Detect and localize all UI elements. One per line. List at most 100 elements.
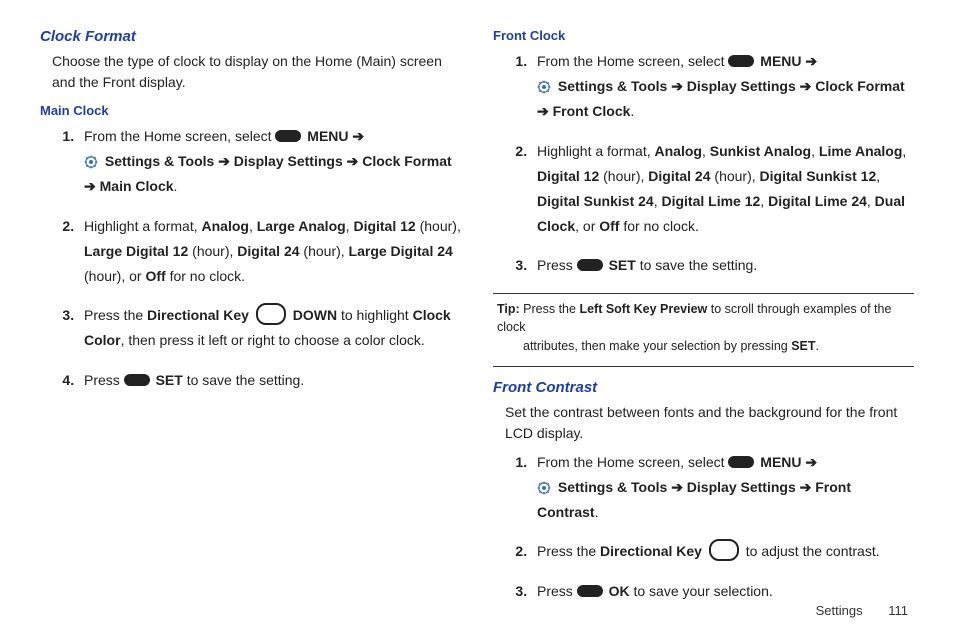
tip-label: Tip: (497, 302, 520, 316)
manual-page: Clock Format Choose the type of clock to… (0, 0, 954, 628)
option: Digital 24 (648, 168, 710, 184)
option: Lime Analog (819, 143, 903, 159)
step-2: Press the Directional Key to adjust the … (531, 539, 914, 564)
option: Digital 12 (353, 218, 415, 234)
text: Press the (537, 543, 600, 559)
soft-key-icon (577, 259, 603, 271)
left-column: Clock Format Choose the type of clock to… (40, 28, 461, 618)
heading-clock-format: Clock Format (40, 28, 461, 45)
text: to save the setting. (636, 257, 757, 273)
text: , then press it left or right to choose … (121, 332, 425, 348)
text: , (811, 143, 819, 159)
ok-label: OK (609, 583, 630, 599)
left-soft-key-label: Left Soft Key Preview (579, 302, 707, 316)
text: to adjust the contrast. (746, 543, 880, 559)
text: to save the setting. (183, 372, 304, 388)
soft-key-icon (275, 130, 301, 142)
step-1: From the Home screen, select MENU ➔ Sett… (531, 49, 914, 125)
down-label: DOWN (293, 307, 337, 323)
text: Press (537, 583, 577, 599)
text: . (595, 504, 599, 520)
text: , (702, 143, 710, 159)
menu-label: MENU (760, 454, 801, 470)
option: Digital Lime 12 (661, 193, 760, 209)
option: Digital 24 (237, 243, 299, 259)
option: Large Analog (257, 218, 346, 234)
tip-box: Tip: Press the Left Soft Key Preview to … (493, 298, 914, 358)
option: Digital Sunkist 24 (537, 193, 654, 209)
text: (hour), (416, 218, 461, 234)
nav-path: Settings & Tools ➔ Display Settings ➔ Cl… (537, 78, 905, 119)
page-number: 111 (888, 603, 908, 618)
text: , (249, 218, 257, 234)
text: (hour), (599, 168, 648, 184)
set-label: SET (156, 372, 183, 388)
text: for no clock. (619, 218, 698, 234)
text: to highlight (337, 307, 413, 323)
text: , (867, 193, 875, 209)
text: . (630, 103, 634, 119)
option: Digital Sunkist 12 (760, 168, 877, 184)
intro-text: Choose the type of clock to display on t… (52, 51, 461, 93)
text: , (876, 168, 880, 184)
text: Press the (84, 307, 147, 323)
page-footer: Settings 111 (816, 603, 908, 618)
text: to save your selection. (630, 583, 773, 599)
step-1: From the Home screen, select MENU ➔ Sett… (531, 450, 914, 526)
option: Analog (655, 143, 702, 159)
heading-main-clock: Main Clock (40, 103, 461, 118)
option: Large Digital 24 (349, 243, 453, 259)
arrow-icon: ➔ (802, 454, 818, 470)
text: Highlight a format, (84, 218, 202, 234)
soft-key-icon (728, 456, 754, 468)
text: Highlight a format, (537, 143, 655, 159)
option: Sunkist Analog (710, 143, 811, 159)
text: (hour), (711, 168, 760, 184)
separator (493, 293, 914, 294)
arrow-icon: ➔ (349, 128, 365, 144)
soft-key-icon (728, 55, 754, 67)
text: From the Home screen, select (84, 128, 275, 144)
footer-section: Settings (816, 603, 863, 618)
arrow-icon: ➔ (802, 53, 818, 69)
option: Large Digital 12 (84, 243, 188, 259)
text: (hour), (188, 243, 237, 259)
option: Digital Lime 24 (768, 193, 867, 209)
text: attributes, then make your selection by … (523, 339, 791, 353)
step-3: Press SET to save the setting. (531, 253, 914, 278)
text: , (760, 193, 768, 209)
right-column: Front Clock From the Home screen, select… (493, 28, 914, 618)
text: Press the (520, 302, 580, 316)
step-3: Press the Directional Key DOWN to highli… (78, 303, 461, 353)
heading-front-clock: Front Clock (493, 28, 914, 43)
text: , (902, 143, 906, 159)
step-2: Highlight a format, Analog, Large Analog… (78, 214, 461, 290)
text: From the Home screen, select (537, 53, 728, 69)
option: Off (599, 218, 619, 234)
main-clock-steps: From the Home screen, select MENU ➔ Sett… (50, 124, 461, 393)
front-clock-steps: From the Home screen, select MENU ➔ Sett… (503, 49, 914, 279)
text: , or (575, 218, 599, 234)
intro-text: Set the contrast between fonts and the b… (505, 402, 914, 444)
nav-path: Settings & Tools ➔ Display Settings ➔ Fr… (537, 479, 851, 520)
gear-icon (537, 80, 551, 94)
option: Analog (202, 218, 249, 234)
directional-key-icon (709, 539, 739, 561)
front-contrast-steps: From the Home screen, select MENU ➔ Sett… (503, 450, 914, 604)
gear-icon (84, 155, 98, 169)
text: Press (84, 372, 124, 388)
step-1: From the Home screen, select MENU ➔ Sett… (78, 124, 461, 200)
option: Off (145, 268, 165, 284)
heading-front-contrast: Front Contrast (493, 379, 914, 396)
text: (hour), (300, 243, 349, 259)
text: . (174, 178, 178, 194)
directional-key-label: Directional Key (600, 543, 702, 559)
gear-icon (537, 481, 551, 495)
step-2: Highlight a format, Analog, Sunkist Anal… (531, 139, 914, 240)
text: . (816, 339, 819, 353)
step-3: Press OK to save your selection. (531, 579, 914, 604)
step-4: Press SET to save the setting. (78, 368, 461, 393)
menu-label: MENU (760, 53, 801, 69)
set-label: SET (791, 339, 815, 353)
menu-label: MENU (307, 128, 348, 144)
